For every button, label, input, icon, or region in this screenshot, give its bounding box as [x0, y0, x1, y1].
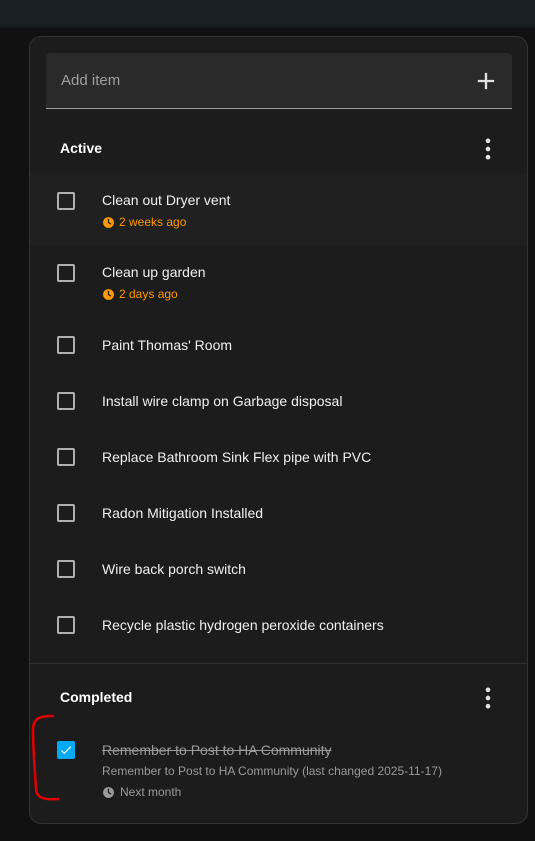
completed-item-title: Remember to Post to HA Community: [102, 742, 332, 758]
list-item[interactable]: Clean up garden 2 days ago: [30, 245, 527, 317]
list-item[interactable]: Recycle plastic hydrogen peroxide contai…: [30, 597, 527, 653]
list-item[interactable]: Install wire clamp on Garbage disposal: [30, 373, 527, 429]
check-icon: [60, 746, 72, 755]
plus-icon[interactable]: [472, 67, 500, 95]
item-title: Clean out Dryer vent: [102, 192, 231, 208]
active-section-title: Active: [60, 140, 103, 156]
completed-item-description: Remember to Post to HA Community (last c…: [102, 764, 442, 778]
app-header-bar: [0, 0, 535, 28]
due-date-text: 2 weeks ago: [119, 215, 187, 229]
item-checkbox[interactable]: [57, 264, 75, 282]
item-checkbox-checked[interactable]: [57, 741, 75, 759]
dots-vertical-icon[interactable]: [474, 135, 502, 163]
item-checkbox[interactable]: [57, 504, 75, 522]
item-title: Install wire clamp on Garbage disposal: [102, 393, 343, 409]
item-title: Clean up garden: [102, 264, 206, 280]
completed-section-title: Completed: [60, 689, 133, 705]
add-item-input[interactable]: [46, 53, 466, 108]
list-item[interactable]: Radon Mitigation Installed: [30, 485, 527, 541]
due-date: Next month: [102, 785, 181, 799]
due-date: 2 days ago: [102, 287, 178, 301]
item-checkbox[interactable]: [57, 392, 75, 410]
active-section-header: Active: [30, 129, 527, 169]
section-divider: [30, 663, 527, 664]
clock-icon: [103, 216, 114, 228]
item-checkbox[interactable]: [57, 336, 75, 354]
completed-section-header: Completed: [30, 678, 527, 718]
header-divider: [0, 26, 535, 28]
completed-list-item[interactable]: Remember to Post to HA Community Remembe…: [30, 727, 527, 807]
add-item-field: [46, 53, 512, 109]
item-title: Replace Bathroom Sink Flex pipe with PVC: [102, 449, 372, 465]
list-item[interactable]: Replace Bathroom Sink Flex pipe with PVC: [30, 429, 527, 485]
item-checkbox[interactable]: [57, 616, 75, 634]
list-item[interactable]: Clean out Dryer vent 2 weeks ago: [30, 173, 527, 245]
item-title: Recycle plastic hydrogen peroxide contai…: [102, 617, 384, 633]
item-checkbox[interactable]: [57, 560, 75, 578]
list-item[interactable]: Wire back porch switch: [30, 541, 527, 597]
todo-list-card: Active Clean out Dryer vent 2 weeks ago …: [29, 36, 528, 824]
due-date-text: 2 days ago: [119, 287, 178, 301]
item-checkbox[interactable]: [57, 192, 75, 210]
due-date: 2 weeks ago: [102, 215, 186, 229]
due-date-text: Next month: [120, 785, 182, 799]
list-item[interactable]: Paint Thomas' Room: [30, 317, 527, 373]
item-title: Radon Mitigation Installed: [102, 505, 264, 521]
clock-icon: [103, 288, 114, 300]
item-title: Paint Thomas' Room: [102, 337, 233, 353]
item-title: Wire back porch switch: [102, 561, 246, 577]
item-checkbox[interactable]: [57, 448, 75, 466]
clock-icon: [103, 786, 114, 798]
dots-vertical-icon[interactable]: [474, 684, 502, 712]
